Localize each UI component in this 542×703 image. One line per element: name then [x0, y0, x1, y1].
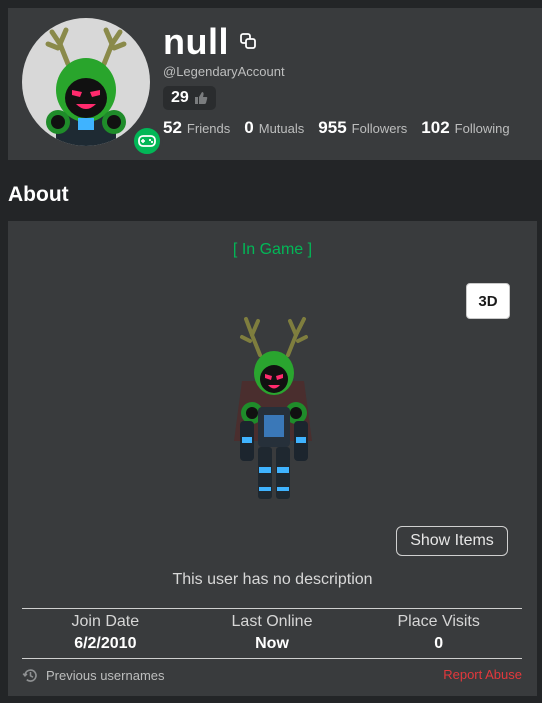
profile-page: null @LegendaryAccount 29 52 Friends 0 Mutu…	[0, 0, 542, 703]
likes-chip: 29	[163, 86, 216, 110]
presence-status[interactable]: [ In Game ]	[8, 241, 537, 259]
avatar[interactable]	[22, 18, 163, 157]
history-icon	[22, 669, 37, 682]
avatar-3d-render	[208, 311, 338, 511]
last-online-label: Last Online	[231, 613, 313, 630]
join-date-stat: Join Date 6/2/2010	[22, 611, 189, 655]
join-date-label: Join Date	[71, 613, 140, 630]
about-heading: About	[8, 183, 69, 206]
copy-icon[interactable]	[239, 32, 257, 50]
presence-badge[interactable]	[131, 125, 163, 157]
about-card: [ In Game ] 3D Show Items This user has …	[8, 221, 537, 696]
place-visits-stat: Place Visits 0	[355, 611, 522, 655]
report-abuse-link[interactable]: Report Abuse	[443, 667, 522, 682]
social-stats: 52 Friends 0 Mutuals 955 Followers 102 Followin…	[163, 118, 524, 138]
toggle-3d-button[interactable]: 3D	[466, 283, 510, 319]
thumbs-up-icon	[194, 92, 208, 104]
profile-stats-table: Join Date 6/2/2010 Last Online Now Place…	[22, 611, 522, 655]
join-date-value: 6/2/2010	[74, 635, 137, 652]
place-visits-value: 0	[434, 635, 444, 652]
followers-stat[interactable]: 955 Followers	[318, 118, 407, 138]
likes-count: 29	[171, 89, 189, 106]
gamepad-icon	[138, 135, 156, 147]
avatar-headshot	[22, 18, 150, 146]
following-stat[interactable]: 102 Following	[421, 118, 509, 138]
display-name: null	[163, 21, 229, 62]
mutuals-stat[interactable]: 0 Mutuals	[244, 118, 304, 138]
about-footer: Previous usernames Report Abuse	[22, 667, 522, 685]
username: @LegendaryAccount	[163, 64, 285, 79]
divider	[22, 608, 522, 609]
previous-usernames-label: Previous usernames	[46, 668, 165, 683]
last-online-value: Now	[255, 635, 289, 652]
profile-description: This user has no description	[172, 571, 373, 588]
last-online-stat: Last Online Now	[189, 611, 356, 655]
divider	[22, 658, 522, 659]
previous-usernames-link[interactable]: Previous usernames	[22, 667, 165, 684]
friends-stat[interactable]: 52 Friends	[163, 118, 230, 138]
place-visits-label: Place Visits	[397, 613, 480, 630]
show-items-button[interactable]: Show Items	[396, 526, 508, 556]
profile-header-card: null @LegendaryAccount 29 52 Friends 0 Mutu…	[8, 8, 542, 160]
